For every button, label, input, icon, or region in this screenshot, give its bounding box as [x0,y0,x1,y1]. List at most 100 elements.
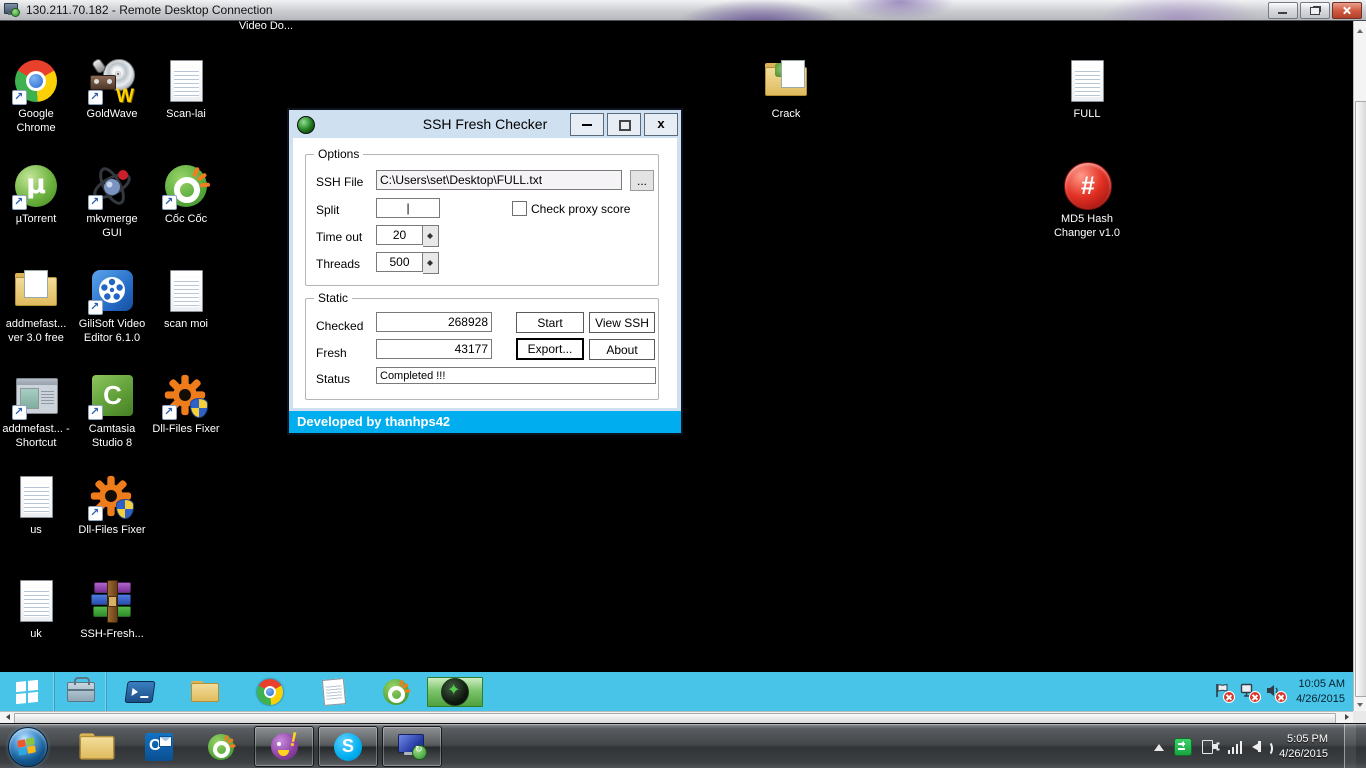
browse-button[interactable]: ... [630,170,654,191]
check-proxy-checkbox[interactable] [512,201,527,216]
taskbar-item-file-explorer[interactable] [172,672,237,711]
desktop-icon-us[interactable]: us [0,473,72,538]
network-error-icon[interactable] [1240,683,1257,700]
clipped-icon-label[interactable]: Video Do... [231,20,301,31]
notepad-file-icon [162,57,210,105]
status-input[interactable] [376,367,656,384]
checked-input[interactable] [376,312,492,332]
desktop-icon-scan-moi[interactable]: scan moi [150,267,222,332]
taskbar-item-ssh-fresh-checker-active[interactable] [426,672,484,711]
threads-spinner[interactable] [423,252,439,274]
about-button[interactable]: About [589,339,655,360]
check-proxy-label: Check proxy score [531,202,630,216]
restore-button[interactable] [1300,2,1330,19]
coc-coc-icon [206,732,236,762]
shortcut-arrow-overlay [88,506,103,521]
notepad-icon [321,678,345,706]
desktop-icon-addmefast-shortcut[interactable]: addmefast... - Shortcut [0,372,72,451]
coc-coc-icon [381,677,411,707]
taskbar-item-coc-coc[interactable] [365,672,426,711]
local-taskbar-item-remote-desktop[interactable] [382,726,442,767]
volume-icon[interactable] [1252,739,1269,754]
desktop-icon-ssh-fresh-archive[interactable]: SSH-Fresh... [76,577,148,642]
show-hidden-icons-button[interactable] [1154,739,1164,751]
desktop-icon-coc-coc[interactable]: Cốc Cốc [150,162,222,227]
remote-date: 4/26/2015 [1296,692,1345,707]
error-badge [1249,691,1261,703]
notepad-file-icon [12,577,60,625]
ssh-fresh-checker-icon [441,678,469,706]
local-taskbar-item-yahoo-messenger[interactable] [254,726,314,767]
desktop-icon-crack[interactable]: Crack [750,57,822,122]
vertical-scrollbar[interactable] [1353,21,1366,711]
scroll-up-arrow[interactable] [1354,21,1366,35]
local-clock[interactable]: 5:05 PM 4/26/2015 [1279,732,1328,762]
action-flag-error-icon[interactable] [1214,683,1231,700]
local-taskbar-item-coc-coc[interactable] [190,724,252,768]
desktop-icon-google-chrome[interactable]: Google Chrome [0,57,72,136]
taskbar-item-chrome[interactable] [237,672,302,711]
timeout-input[interactable] [376,225,423,245]
desktop-icon-camtasia[interactable]: Camtasia Studio 8 [76,372,148,451]
dll-files-fixer-icon [88,473,136,521]
local-start-button[interactable] [8,727,48,767]
ssh-window-titlebar[interactable]: SSH Fresh Checker x [289,110,681,138]
ssh-minimize-button[interactable] [570,113,604,136]
desktop-icon-mkvmerge[interactable]: mkvmerge GUI [76,162,148,241]
local-taskbar-item-skype[interactable] [318,726,378,767]
split-label: Split [316,203,339,217]
vertical-scroll-thumb[interactable] [1355,101,1366,697]
network-signal-icon[interactable] [1228,740,1243,754]
desktop-icon-full[interactable]: FULL [1051,57,1123,122]
desktop-icon-utorrent[interactable]: µTorrent [0,162,72,227]
local-system-tray: 5:05 PM 4/26/2015 [1154,724,1356,768]
scrollbar-corner [1353,711,1366,723]
ssh-footer-bar: Developed by thanhps42 [289,411,681,433]
md5-hash-changer-icon [1063,162,1111,210]
remote-start-button[interactable] [0,672,55,711]
taskbar-item-notepad[interactable] [302,672,365,711]
split-input[interactable] [376,198,440,218]
threads-input[interactable] [376,252,423,272]
show-desktop-button[interactable] [1344,724,1356,768]
scroll-left-arrow[interactable] [0,712,13,723]
minimize-button[interactable] [1268,2,1298,19]
desktop-icon-dll-files-fixer[interactable]: Dll-Files Fixer [150,372,222,437]
remote-clock[interactable]: 10:05 AM 4/26/2015 [1296,677,1345,707]
desktop-icon-addmefast-folder[interactable]: addmefast... ver 3.0 free [0,267,72,346]
desktop-icon-scan-lai[interactable]: Scan-lai [150,57,222,122]
taskbar-item-powershell[interactable] [107,672,172,711]
view-ssh-button[interactable]: View SSH [589,312,655,333]
google-chrome-icon [255,677,285,707]
ssh-maximize-button[interactable] [607,113,641,136]
ssh-file-input[interactable] [376,170,622,190]
desktop-icon-uk[interactable]: uk [0,577,72,642]
export-button[interactable]: Export... [516,338,584,360]
local-taskbar-item-explorer[interactable] [66,724,128,768]
taskbar-item-server-manager[interactable] [55,672,107,711]
rdp-connection-bar: 130.211.70.182 - Remote Desktop Connecti… [0,0,1366,21]
goldwave-icon: W [88,57,136,105]
fresh-input[interactable] [376,339,492,359]
desktop-icon-dll-files-fixer-2[interactable]: Dll-Files Fixer [76,473,148,538]
desktop-icon-md5-hash-changer[interactable]: MD5 Hash Changer v1.0 [1043,162,1131,241]
close-button[interactable] [1332,2,1362,19]
ssh-close-button[interactable]: x [644,113,678,136]
shortcut-arrow-overlay [88,300,103,315]
scroll-right-arrow[interactable] [1340,712,1353,723]
status-label: Status [316,372,350,386]
timeout-spinner[interactable] [423,225,439,247]
scroll-down-arrow[interactable] [1354,697,1366,711]
volume-error-icon[interactable] [1266,683,1283,700]
desktop-icon-gilisoft[interactable]: GiliSoft Video Editor 6.1.0 [76,267,148,346]
power-plug-tray-icon[interactable] [1202,739,1218,755]
sync-tray-icon[interactable] [1174,738,1192,756]
desktop-icon-goldwave[interactable]: W GoldWave [76,57,148,122]
rdp-title: 130.211.70.182 - Remote Desktop Connecti… [26,0,273,20]
horizontal-scrollbar[interactable] [0,711,1353,723]
powershell-icon [124,681,155,703]
ssh-file-label: SSH File [316,175,363,189]
coc-coc-icon [162,162,210,210]
start-button[interactable]: Start [516,312,584,333]
local-taskbar-item-outlook[interactable] [128,724,190,768]
